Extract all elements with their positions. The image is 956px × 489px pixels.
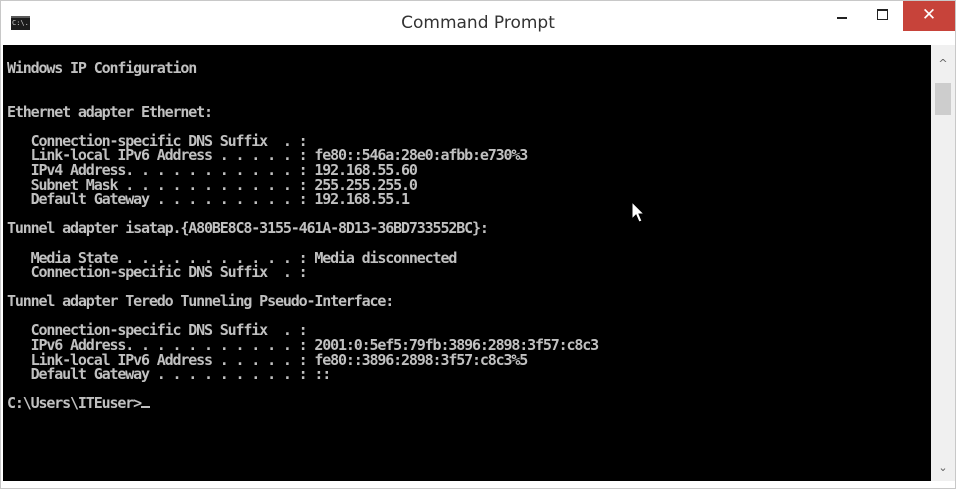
- window-title: Command Prompt: [401, 13, 555, 33]
- arrow-down-icon[interactable]: ⌄: [931, 457, 955, 479]
- command-prompt-window: C:\. Command Prompt ✕ Windows IP Configu…: [0, 0, 956, 489]
- console-line: Ethernet adapter Ethernet:: [7, 102, 213, 121]
- console-output[interactable]: Windows IP Configuration Ethernet adapter…: [3, 45, 931, 481]
- window-bottom-border: [1, 481, 955, 488]
- scroll-thumb[interactable]: [935, 83, 951, 115]
- close-button[interactable]: ✕: [903, 1, 955, 31]
- console-text: Windows IP Configuration Ethernet adapter…: [7, 59, 599, 411]
- vertical-scrollbar[interactable]: ^ ⌄: [931, 45, 955, 481]
- console-line: Connection-specific DNS Suffix . :: [7, 263, 308, 282]
- close-icon: ✕: [921, 5, 937, 25]
- maximize-button[interactable]: [863, 1, 903, 31]
- arrow-up-icon[interactable]: ^: [931, 53, 955, 75]
- prompt-text: C:\Users\ITEuser>: [7, 394, 142, 413]
- maximize-icon: [877, 9, 888, 20]
- title-bar[interactable]: C:\. Command Prompt ✕: [1, 1, 955, 45]
- text-cursor: [140, 406, 150, 409]
- console-line: Default Gateway . . . . . . . . . : ::: [7, 365, 332, 384]
- console-line: Tunnel adapter Teredo Tunneling Pseudo-I…: [7, 292, 394, 311]
- console-line: Windows IP Configuration: [7, 59, 197, 77]
- console-line: Tunnel adapter isatap.{A80BE8C8-3155-461…: [7, 219, 489, 238]
- console-line: Default Gateway . . . . . . . . . : 192.…: [7, 190, 410, 209]
- mouse-pointer-icon: [631, 201, 646, 223]
- minimize-button[interactable]: [821, 1, 863, 31]
- command-prompt-line[interactable]: C:\Users\ITEuser>: [7, 396, 598, 411]
- minimize-icon: [837, 17, 847, 19]
